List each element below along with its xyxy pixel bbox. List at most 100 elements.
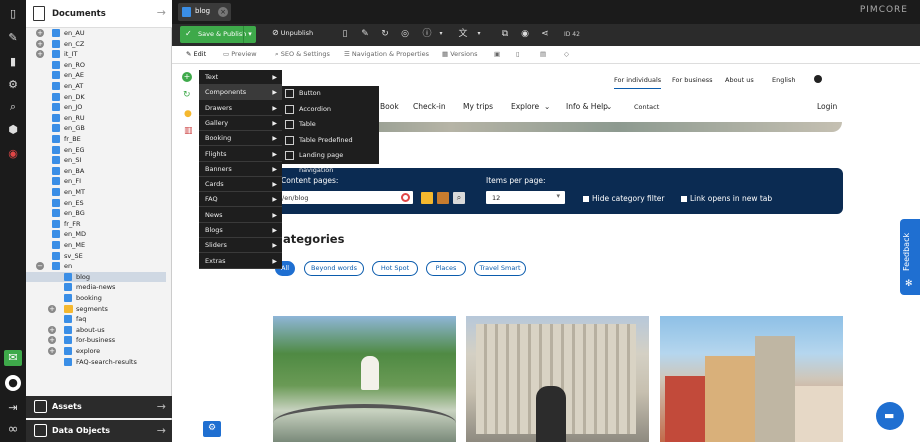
expand-icon[interactable]: +	[48, 336, 56, 345]
filter-hot-spot[interactable]: Hot Spot	[372, 261, 418, 276]
tree-node[interactable]: fr_BE	[26, 134, 166, 144]
tree-node[interactable]: en_GB	[26, 123, 166, 133]
tree-node[interactable]: en_SI	[26, 155, 166, 165]
tree-node[interactable]: en_EG	[26, 145, 166, 155]
menu-item[interactable]: Cards ▶	[199, 177, 282, 193]
tab-seo-settings[interactable]: ⌕ SEO & Settings	[275, 50, 330, 59]
blog-photo-cathedral[interactable]	[466, 316, 649, 442]
items-per-page-select[interactable]: 12 ▾	[486, 191, 565, 204]
filter-places[interactable]: Places	[426, 261, 466, 276]
tree-node[interactable]: en_JO	[26, 102, 166, 112]
tree-node[interactable]: en_DK	[26, 92, 166, 102]
tree-node[interactable]: en_BA	[26, 166, 166, 176]
nav-info-help[interactable]: Info & Help	[566, 102, 608, 111]
settings-icon[interactable]: ⚙	[0, 75, 26, 95]
tab-versions[interactable]: ▦ Versions	[442, 50, 478, 58]
expand-icon[interactable]: +	[36, 39, 44, 48]
settings-button[interactable]: ⚙	[203, 421, 221, 437]
chevron-down-icon[interactable]: ▾	[243, 26, 256, 43]
feedback-tab[interactable]: Feedback ✻	[900, 219, 920, 295]
nav-contact[interactable]: Contact	[634, 103, 659, 111]
logout-icon[interactable]: ⇥	[0, 398, 26, 418]
submenu-item[interactable]: Landing page navigation	[282, 148, 379, 174]
info-icon[interactable]: ⓘ	[420, 27, 434, 41]
tree-node[interactable]: en_ME	[26, 240, 166, 250]
menu-item[interactable]: Gallery ▶	[199, 116, 282, 131]
file-icon[interactable]: ▯	[0, 4, 26, 24]
nav-book[interactable]: Book	[380, 102, 399, 111]
analytics-icon[interactable]: ▮	[0, 52, 26, 72]
preview-eye-icon[interactable]: ◉	[518, 27, 532, 41]
submenu-item[interactable]: Accordion	[282, 102, 379, 117]
menu-item[interactable]: Components ▶	[199, 85, 282, 101]
expand-icon[interactable]: +	[36, 50, 44, 59]
chat-button[interactable]: ▬	[876, 402, 904, 430]
search-icon[interactable]: ⌕	[0, 97, 26, 117]
tag-icon[interactable]: ◇	[564, 50, 569, 58]
document-tab-blog[interactable]: blog ×	[178, 3, 231, 21]
user-icon[interactable]: ●	[5, 375, 21, 391]
translate-icon[interactable]: 文	[456, 27, 470, 41]
link-new-tab-checkbox[interactable]	[681, 196, 687, 202]
menu-item[interactable]: Flights ▶	[199, 147, 282, 162]
close-icon[interactable]: ×	[218, 7, 228, 17]
globe-icon[interactable]	[814, 75, 822, 83]
tree-node[interactable]: en_AE	[26, 70, 166, 80]
tree-node[interactable]: − en	[26, 261, 166, 271]
clipboard-icon[interactable]: ▤	[540, 50, 546, 58]
menu-item[interactable]: Text ▶	[199, 70, 282, 85]
nav-for-business[interactable]: For business	[672, 76, 713, 84]
chevron-down-icon[interactable]: ▾	[434, 27, 448, 41]
menu-item[interactable]: News ▶	[199, 208, 282, 223]
tree-node[interactable]: + it_IT	[26, 49, 166, 59]
tree-node[interactable]: en_FI	[26, 176, 166, 186]
tree-node[interactable]: sv_SE	[26, 251, 166, 261]
menu-item[interactable]: Extras ▶	[199, 254, 282, 269]
menu-item[interactable]: Banners ▶	[199, 162, 282, 177]
bookmark-icon[interactable]: ▯	[516, 50, 520, 58]
save-publish-button[interactable]: ✓ Save & Publish ▾	[180, 26, 256, 43]
content-pages-input[interactable]: /en/blog	[281, 191, 413, 204]
data-objects-panel-button[interactable]: Data Objects →	[26, 420, 172, 442]
trash-icon[interactable]: ▥	[184, 126, 193, 136]
reload-icon[interactable]: ↻	[378, 27, 392, 41]
tree-node[interactable]: blog	[26, 271, 166, 282]
expand-icon[interactable]: +	[48, 304, 56, 313]
add-block-icon[interactable]: +	[182, 72, 192, 82]
tree-node[interactable]: + en_AU	[26, 28, 166, 38]
lightbulb-icon[interactable]: ●	[184, 109, 192, 119]
target-icon[interactable]: ◎	[398, 27, 412, 41]
nav-for-individuals[interactable]: For individuals	[614, 76, 662, 89]
tree-node[interactable]: faq	[26, 314, 166, 324]
expand-icon[interactable]: +	[48, 325, 56, 334]
tab-navigation-properties[interactable]: ☰ Navigation & Properties	[344, 50, 429, 58]
tree-node[interactable]: en_ES	[26, 198, 166, 208]
tree-node[interactable]: media-news	[26, 282, 166, 292]
unpublish-button[interactable]: ⊘ Unpublish	[272, 28, 313, 37]
filter-travel-smart[interactable]: Travel Smart	[474, 261, 526, 276]
share-icon[interactable]: ⋖	[538, 27, 552, 41]
menu-item[interactable]: Drawers ▶	[199, 101, 282, 116]
tree-node[interactable]: en_BG	[26, 208, 166, 218]
delete-link-icon[interactable]	[437, 192, 449, 204]
collapse-icon[interactable]: −	[36, 262, 44, 271]
nav-about-us[interactable]: About us	[725, 76, 754, 84]
blog-photo-bicycle[interactable]	[273, 316, 456, 442]
tree-node[interactable]: en_RU	[26, 113, 166, 123]
blog-photo-houses[interactable]	[660, 316, 843, 442]
tab-preview[interactable]: ▭ Preview	[223, 50, 257, 58]
refresh-icon[interactable]: ↻	[183, 90, 191, 100]
nav-my-trips[interactable]: My trips	[463, 102, 493, 111]
tools-icon[interactable]: ✎	[0, 28, 26, 48]
expand-icon[interactable]: +	[48, 347, 56, 355]
tree-node[interactable]: FAQ-search-results	[26, 357, 166, 367]
tree-node[interactable]: en_AT	[26, 81, 166, 91]
tree-node[interactable]: + segments	[26, 304, 166, 314]
tree-node[interactable]: + explore	[26, 346, 166, 356]
tree-node[interactable]: en_RO	[26, 60, 166, 70]
notifications-icon[interactable]: ◉	[0, 144, 26, 164]
tree-node[interactable]: en_MT	[26, 187, 166, 197]
rename-icon[interactable]: ✎	[358, 27, 372, 41]
menu-item[interactable]: FAQ ▶	[199, 192, 282, 208]
delete-icon[interactable]: ▯	[338, 27, 352, 41]
